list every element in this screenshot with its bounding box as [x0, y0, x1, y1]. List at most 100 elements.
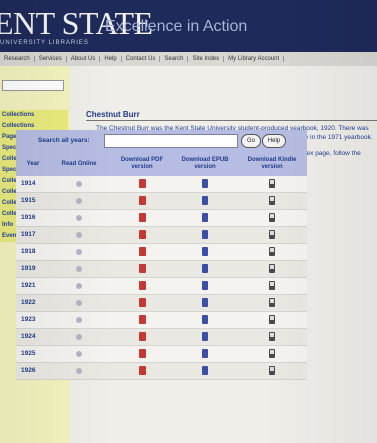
pdf-icon[interactable]: [139, 315, 146, 324]
col-kindle: Download Kindle version: [247, 157, 297, 170]
year-link[interactable]: 1923: [21, 316, 35, 323]
nav-help[interactable]: Help: [100, 56, 122, 62]
help-button[interactable]: Help: [262, 134, 286, 148]
read-online-icon[interactable]: [76, 351, 82, 357]
libraries-subtitle: UNIVERSITY LIBRARIES: [0, 40, 89, 46]
table-header: Year Read Online Download PDF version Do…: [16, 152, 307, 176]
table-row: 1915: [16, 193, 307, 210]
kindle-icon[interactable]: [269, 247, 275, 256]
year-link[interactable]: 1924: [21, 333, 35, 340]
year-link[interactable]: 1918: [21, 248, 35, 255]
pdf-icon[interactable]: [139, 179, 146, 188]
go-button[interactable]: Go: [241, 134, 261, 148]
site-header: ENT STATE Excellence in Action UNIVERSIT…: [0, 0, 377, 52]
year-link[interactable]: 1917: [21, 231, 35, 238]
pdf-icon[interactable]: [139, 349, 146, 358]
col-read-online: Read Online: [61, 160, 97, 167]
epub-icon[interactable]: [202, 179, 208, 188]
nav-about-us[interactable]: About Us: [67, 56, 101, 62]
table-row: 1919: [16, 261, 307, 278]
year-link[interactable]: 1914: [21, 180, 35, 187]
table-row: 1917: [16, 227, 307, 244]
pdf-icon[interactable]: [139, 332, 146, 341]
col-epub: Download EPUB version: [181, 157, 229, 170]
read-online-icon[interactable]: [76, 198, 82, 204]
kindle-icon[interactable]: [269, 196, 275, 205]
nav-services[interactable]: Services: [35, 56, 67, 62]
epub-icon[interactable]: [202, 230, 208, 239]
epub-icon[interactable]: [202, 315, 208, 324]
read-online-icon[interactable]: [76, 266, 82, 272]
read-online-icon[interactable]: [76, 334, 82, 340]
tagline: Excellence in Action: [105, 18, 248, 35]
table-row: 1922: [16, 295, 307, 312]
nav-search[interactable]: Search: [160, 56, 189, 62]
year-link[interactable]: 1921: [21, 282, 35, 289]
epub-icon[interactable]: [202, 196, 208, 205]
read-online-icon[interactable]: [76, 368, 82, 374]
top-nav: Research Services About Us Help Contact …: [0, 52, 377, 67]
nav-site-index[interactable]: Site Index: [188, 56, 225, 62]
title-divider: [86, 120, 377, 121]
table-row: 1925: [16, 346, 307, 363]
yearbook-table: 1914 1915 1916 1917 1918 1919 1921 1922 …: [16, 176, 307, 380]
read-online-icon[interactable]: [76, 232, 82, 238]
kindle-icon[interactable]: [269, 281, 275, 290]
year-link[interactable]: 1922: [21, 299, 35, 306]
epub-icon[interactable]: [202, 332, 208, 341]
kindle-icon[interactable]: [269, 366, 275, 375]
col-year: Year: [26, 160, 40, 167]
table-row: 1926: [16, 363, 307, 380]
nav-my-library-account[interactable]: My Library Account: [224, 56, 285, 62]
year-link[interactable]: 1925: [21, 350, 35, 357]
year-link[interactable]: 1915: [21, 197, 35, 204]
kindle-icon[interactable]: [269, 264, 275, 273]
pdf-icon[interactable]: [139, 298, 146, 307]
page-title: Chestnut Burr: [86, 110, 140, 119]
nav-contact-us[interactable]: Contact Us: [122, 56, 161, 62]
kindle-icon[interactable]: [269, 332, 275, 341]
sidebar-item[interactable]: Collections: [0, 110, 68, 121]
year-link[interactable]: 1916: [21, 214, 35, 221]
read-online-icon[interactable]: [76, 300, 82, 306]
year-link[interactable]: 1919: [21, 265, 35, 272]
table-row: 1924: [16, 329, 307, 346]
table-row: 1914: [16, 176, 307, 193]
year-link[interactable]: 1926: [21, 367, 35, 374]
epub-icon[interactable]: [202, 298, 208, 307]
kindle-icon[interactable]: [269, 230, 275, 239]
epub-icon[interactable]: [202, 349, 208, 358]
table-row: 1918: [16, 244, 307, 261]
read-online-icon[interactable]: [76, 215, 82, 221]
epub-icon[interactable]: [202, 366, 208, 375]
search-label: Search all years:: [38, 137, 90, 144]
read-online-icon[interactable]: [76, 249, 82, 255]
pdf-icon[interactable]: [139, 196, 146, 205]
col-pdf: Download PDF version: [120, 157, 164, 170]
read-online-icon[interactable]: [76, 283, 82, 289]
epub-icon[interactable]: [202, 247, 208, 256]
table-row: 1923: [16, 312, 307, 329]
epub-icon[interactable]: [202, 213, 208, 222]
kindle-icon[interactable]: [269, 349, 275, 358]
kindle-icon[interactable]: [269, 213, 275, 222]
kindle-icon[interactable]: [269, 298, 275, 307]
nav-research[interactable]: Research: [0, 56, 35, 62]
sidebar-search-input[interactable]: [2, 80, 64, 91]
epub-icon[interactable]: [202, 281, 208, 290]
table-row: 1921: [16, 278, 307, 295]
pdf-icon[interactable]: [139, 247, 146, 256]
kindle-icon[interactable]: [269, 179, 275, 188]
read-online-icon[interactable]: [76, 317, 82, 323]
pdf-icon[interactable]: [139, 366, 146, 375]
yearbook-search-bar: Search all years: Go Help: [16, 130, 307, 152]
pdf-icon[interactable]: [139, 281, 146, 290]
table-row: 1916: [16, 210, 307, 227]
pdf-icon[interactable]: [139, 213, 146, 222]
kindle-icon[interactable]: [269, 315, 275, 324]
epub-icon[interactable]: [202, 264, 208, 273]
read-online-icon[interactable]: [76, 181, 82, 187]
pdf-icon[interactable]: [139, 230, 146, 239]
search-all-years-input[interactable]: [104, 134, 238, 148]
pdf-icon[interactable]: [139, 264, 146, 273]
